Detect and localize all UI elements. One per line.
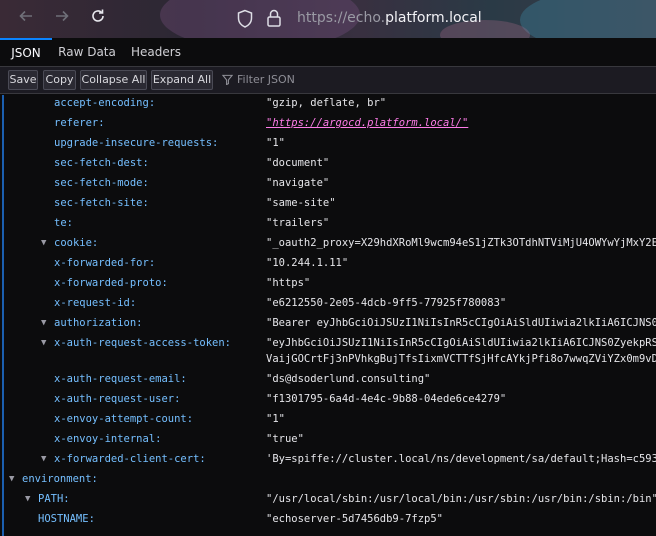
json-row[interactable]: ▼ x-auth-request-access-token: "eyJhbGciOi… (4, 333, 656, 371)
json-row[interactable]: ▼ x-forwarded-client-cert: 'By=spiffe://cl… (4, 449, 656, 469)
expand-triangle-icon[interactable]: ▼ (41, 313, 46, 333)
tab-headers[interactable]: Headers (124, 38, 188, 66)
reload-icon (92, 9, 104, 22)
json-key: authorization: (54, 317, 143, 329)
json-value-continued: VaijGOCrtFj3nPVhkgBujTfsIixmVCTTfSjHfcAY… (266, 353, 656, 365)
json-key: x-request-id: (54, 297, 137, 309)
expand-triangle-icon[interactable]: ▼ (41, 233, 46, 253)
json-value: "e6212550-2e05-4dcb-9ff5-77925f780083" (266, 297, 507, 309)
json-row: referer: "https://argocd.platform.local/" (4, 113, 656, 133)
json-row[interactable]: ▼ environment: (4, 469, 656, 489)
json-key: te: (54, 217, 73, 229)
json-row: x-forwarded-proto: "https" (4, 273, 656, 293)
json-value: "https" (266, 277, 311, 289)
background-decoration (520, 0, 656, 38)
json-key: cookie: (54, 237, 99, 249)
json-value-link[interactable]: "https://argocd.platform.local/" (266, 113, 468, 133)
tracking-protection-button[interactable] (236, 9, 254, 33)
json-value: "gzip, deflate, br" (266, 97, 387, 109)
back-button[interactable] (15, 8, 37, 30)
json-value: "trailers" (266, 217, 330, 229)
json-key: HOSTNAME: (38, 513, 95, 525)
json-value: "/usr/local/sbin:/usr/local/bin:/usr/sbi… (266, 493, 656, 505)
tab-json[interactable]: JSON (0, 38, 52, 66)
browser-toolbar: https://echo.platform.local (0, 0, 656, 38)
json-row: x-forwarded-for: "10.244.1.11" (4, 253, 656, 273)
json-key: upgrade-insecure-requests: (54, 137, 219, 149)
viewer-tabs: JSON Raw Data Headers (0, 38, 656, 67)
json-value: 'By=spiffe://cluster.local/ns/developmen… (266, 453, 656, 465)
json-row: accept-encoding: "gzip, deflate, br" (4, 95, 656, 113)
lock-icon (267, 9, 281, 27)
expand-triangle-icon[interactable]: ▼ (25, 489, 30, 509)
json-value: "10.244.1.11" (266, 257, 349, 269)
json-value: "document" (266, 157, 330, 169)
json-value: "1" (266, 137, 285, 149)
site-info-button[interactable] (266, 8, 282, 32)
json-key: x-forwarded-for: (54, 257, 156, 269)
json-key: x-envoy-internal: (54, 433, 162, 445)
filter-icon (221, 74, 234, 86)
json-key: x-auth-request-user: (54, 393, 181, 405)
filter-json-input[interactable]: Filter JSON (221, 71, 295, 89)
json-toolbar: Save Copy Collapse All Expand All Filter… (0, 67, 656, 94)
json-row: HOSTNAME: "echoserver-5d7456db9-7fzp5" (4, 509, 656, 529)
json-key: sec-fetch-mode: (54, 177, 149, 189)
json-value: "true" (266, 433, 304, 445)
json-key: x-forwarded-client-cert: (54, 453, 206, 465)
save-button[interactable]: Save (8, 70, 38, 90)
json-row: sec-fetch-dest: "document" (4, 153, 656, 173)
json-value: "navigate" (266, 177, 330, 189)
json-row: te: "trailers" (4, 213, 656, 233)
address-bar[interactable]: https://echo.platform.local (297, 10, 482, 26)
json-value: "echoserver-5d7456db9-7fzp5" (266, 513, 444, 525)
json-row: sec-fetch-site: "same-site" (4, 193, 656, 213)
filter-placeholder: Filter JSON (237, 73, 295, 86)
tab-raw-data[interactable]: Raw Data (54, 38, 120, 66)
expand-all-button[interactable]: Expand All (151, 70, 213, 90)
json-key: x-forwarded-proto: (54, 277, 168, 289)
collapse-all-button[interactable]: Collapse All (80, 70, 147, 90)
json-row: x-envoy-internal: "true" (4, 429, 656, 449)
forward-button[interactable] (51, 8, 73, 30)
expand-triangle-icon[interactable]: ▼ (9, 469, 14, 489)
json-key: environment: (22, 473, 98, 485)
json-value: "_oauth2_proxy=X29hdXRoMl9wcm94eS1jZTk3O… (266, 237, 656, 249)
json-value: "same-site" (266, 197, 336, 209)
json-row: upgrade-insecure-requests: "1" (4, 133, 656, 153)
shield-icon (237, 9, 253, 28)
url-prefix: https://echo. (297, 10, 386, 26)
json-key: sec-fetch-site: (54, 197, 149, 209)
json-key: PATH: (38, 493, 70, 505)
json-key: sec-fetch-dest: (54, 157, 149, 169)
json-row: x-auth-request-email: "ds@dsoderlund.cons… (4, 369, 656, 389)
reload-button[interactable] (87, 8, 109, 30)
expand-triangle-icon[interactable]: ▼ (41, 333, 46, 353)
json-row: x-auth-request-user: "f1301795-6a4d-4e4c-… (4, 389, 656, 409)
json-key: referer: (54, 117, 105, 129)
json-tree: accept-encoding: "gzip, deflate, br" refe… (2, 95, 656, 536)
url-host: platform.local (385, 10, 482, 26)
arrow-left-icon (19, 10, 32, 22)
json-value: "1" (266, 413, 285, 425)
json-key: x-envoy-attempt-count: (54, 413, 194, 425)
json-row[interactable]: ▼ PATH: "/usr/local/sbin:/usr/local/bin:/u… (4, 489, 656, 509)
json-row: sec-fetch-mode: "navigate" (4, 173, 656, 193)
json-row[interactable]: ▼ cookie: "_oauth2_proxy=X29hdXRoMl9wcm94e… (4, 233, 656, 253)
json-row: x-envoy-attempt-count: "1" (4, 409, 656, 429)
json-value: "Bearer eyJhbGciOiJSUzI1NiIsInR5cCIgOiAi… (266, 317, 656, 329)
expand-triangle-icon[interactable]: ▼ (41, 449, 46, 469)
json-key: accept-encoding: (54, 97, 156, 109)
json-key: x-auth-request-access-token: (54, 337, 232, 349)
json-key: x-auth-request-email: (54, 373, 187, 385)
json-row[interactable]: ▼ authorization: "Bearer eyJhbGciOiJSUzI1N… (4, 313, 656, 333)
arrow-right-icon (56, 10, 69, 22)
copy-button[interactable]: Copy (43, 70, 76, 90)
json-value: "f1301795-6a4d-4e4c-9b88-04ede6ce4279" (266, 393, 507, 405)
json-value: "ds@dsoderlund.consulting" (266, 373, 431, 385)
json-row: x-request-id: "e6212550-2e05-4dcb-9ff5-77… (4, 293, 656, 313)
